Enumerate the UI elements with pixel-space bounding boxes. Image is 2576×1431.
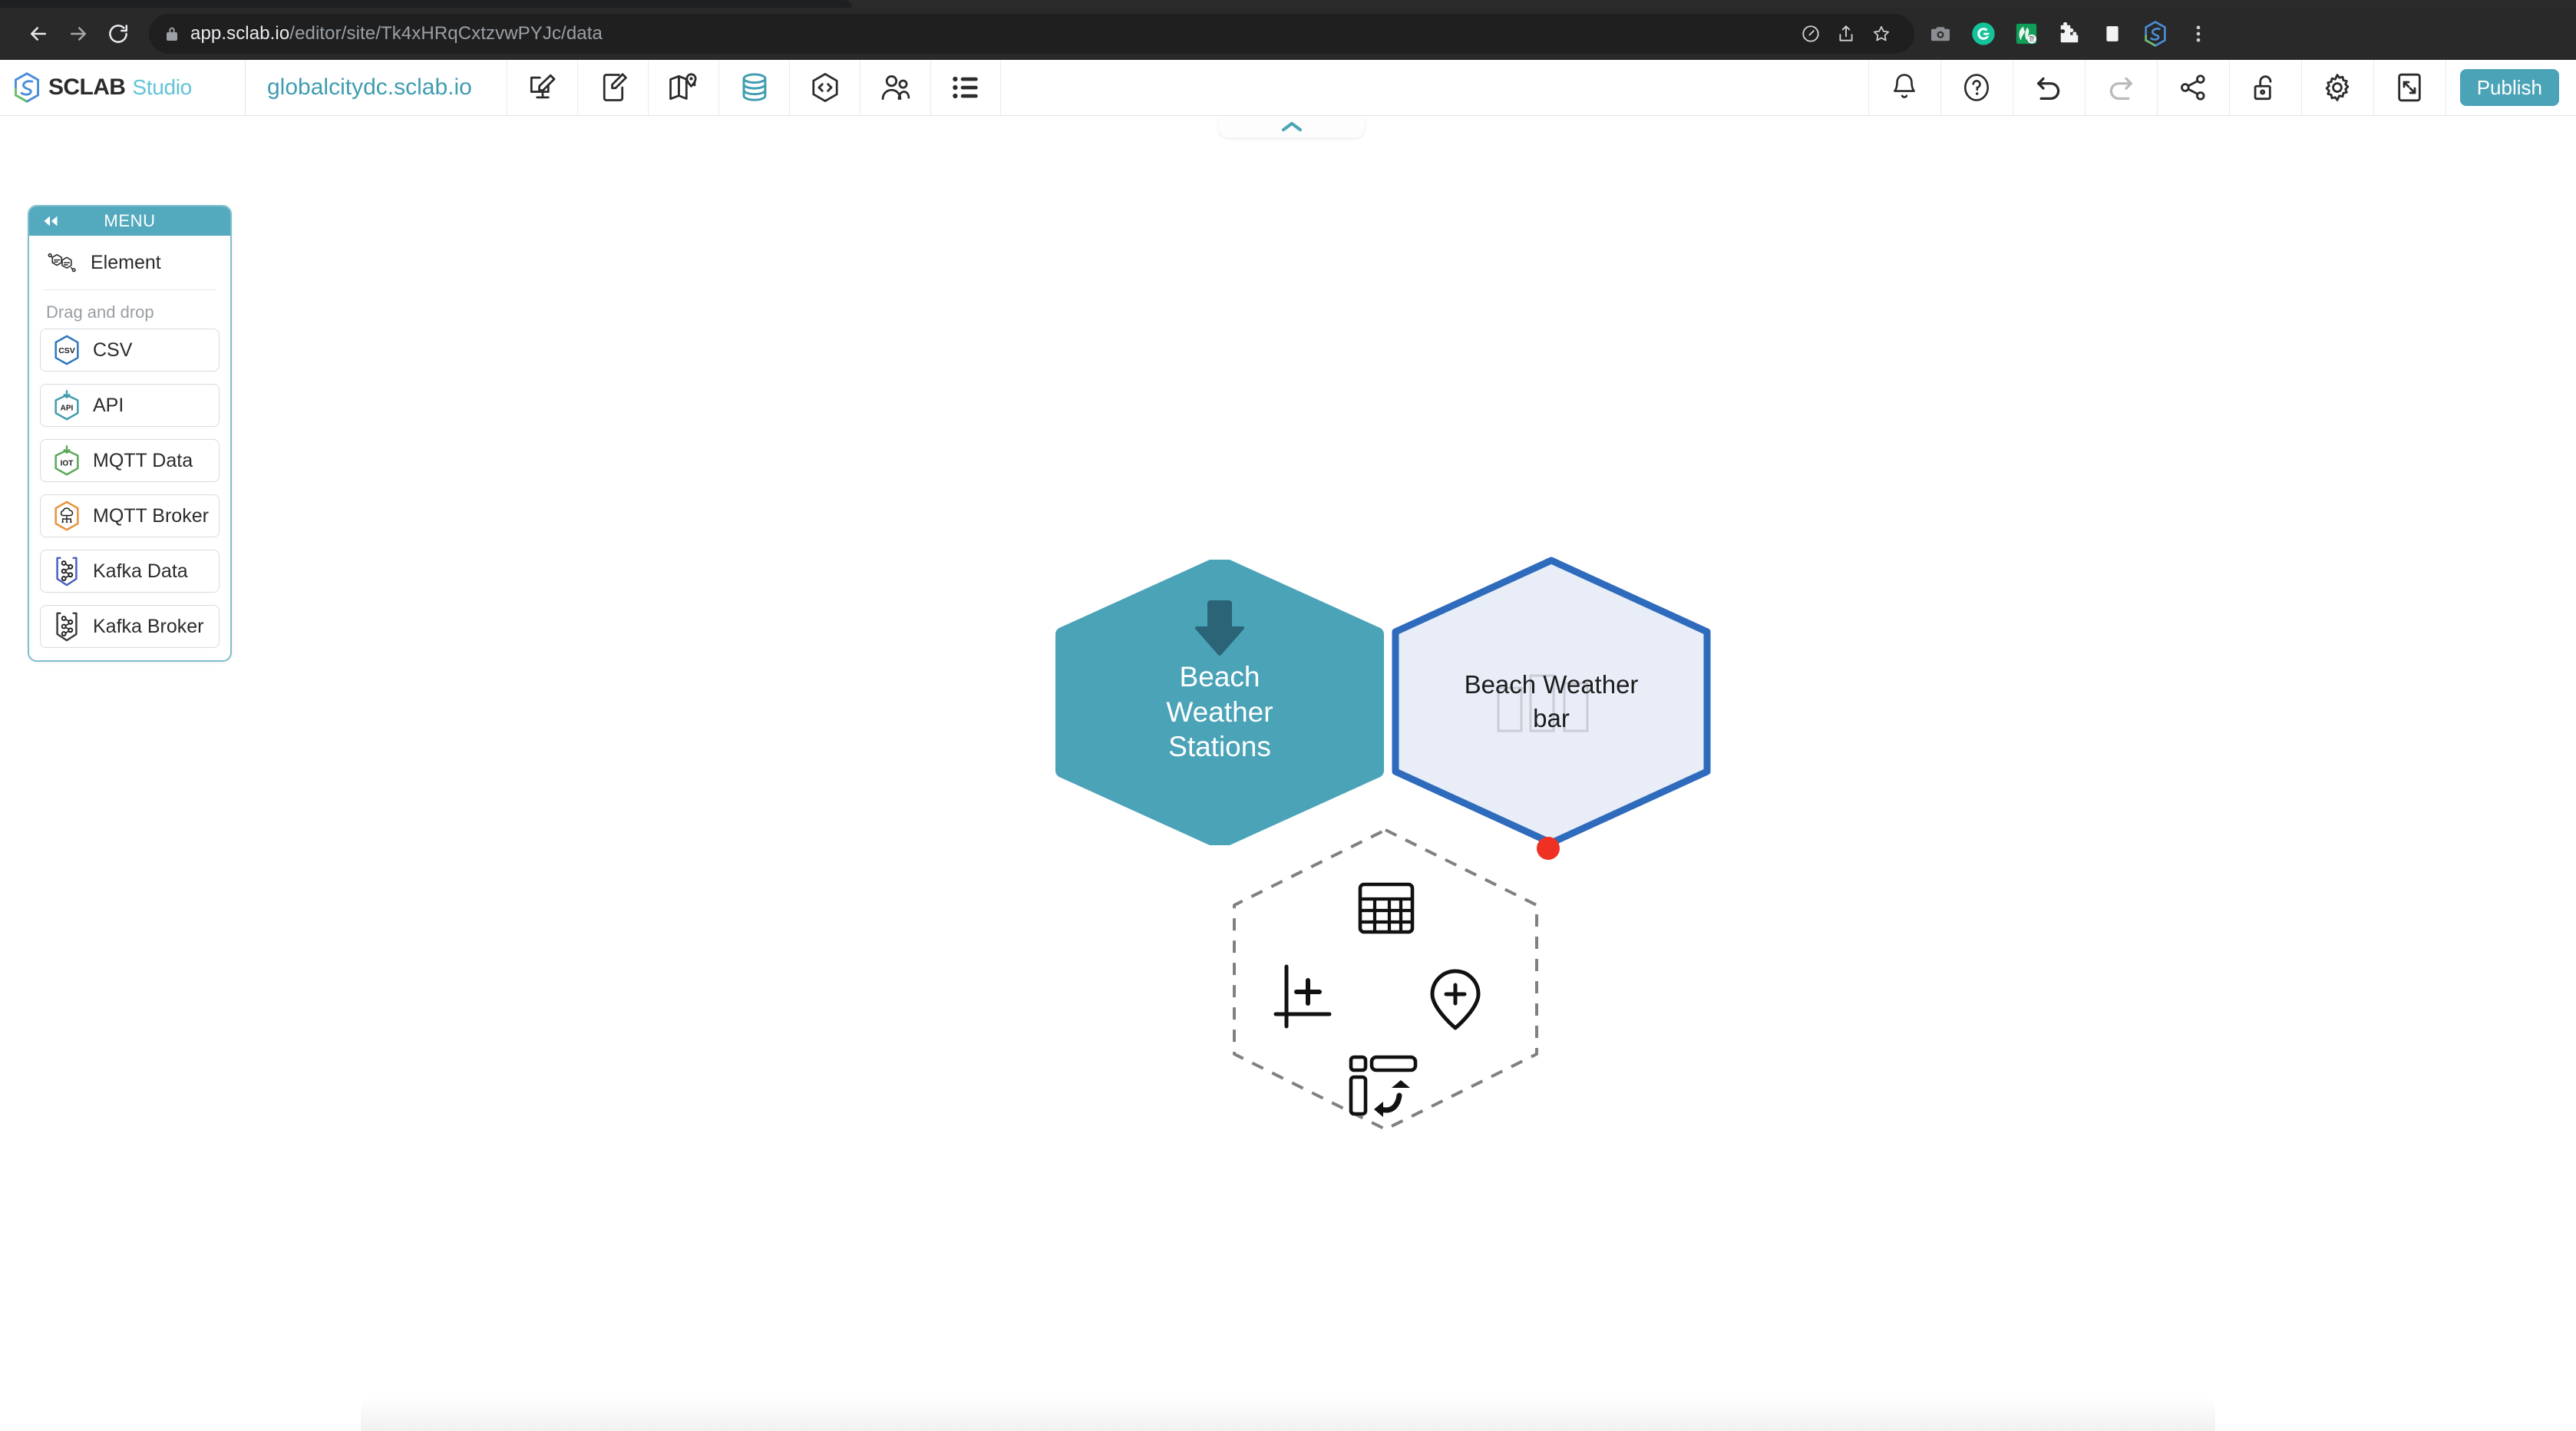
share-nodes-icon[interactable] bbox=[2156, 60, 2229, 115]
data-source-node[interactable]: Beach Weather Stations bbox=[1055, 560, 1385, 845]
publish-cell: Publish bbox=[2445, 60, 2576, 115]
help-circle-icon[interactable] bbox=[1940, 60, 2013, 115]
brand-logo[interactable]: SCLAB Studio bbox=[0, 60, 246, 115]
brand-subtitle: Studio bbox=[132, 75, 192, 99]
sidepanel-icon[interactable] bbox=[2094, 15, 2131, 52]
fullscreen-icon[interactable] bbox=[2373, 60, 2446, 115]
grammarly-icon[interactable] bbox=[1965, 15, 2002, 52]
undo-icon[interactable] bbox=[2012, 60, 2085, 115]
omnibox-actions bbox=[1793, 16, 1899, 51]
korean-translate-icon[interactable]: 한 bbox=[2008, 15, 2045, 52]
bell-icon[interactable] bbox=[1868, 60, 1940, 115]
reload-icon[interactable] bbox=[98, 14, 138, 54]
desktop-edit-icon[interactable] bbox=[507, 60, 577, 115]
browser-tabstrip bbox=[0, 0, 2576, 8]
source-label-line-3: Stations bbox=[1168, 731, 1271, 763]
chart-element-node[interactable]: Beach Weather bar bbox=[1386, 556, 1716, 860]
add-map-pin-icon[interactable] bbox=[1426, 968, 1485, 1031]
add-icons-group bbox=[1225, 825, 1546, 1134]
site-name[interactable]: globalcitydc.sclab.io bbox=[246, 60, 507, 115]
browser-extensions: 한 bbox=[1914, 15, 2217, 52]
source-label-line-2: Weather bbox=[1166, 696, 1273, 728]
header-center-toolbar bbox=[507, 60, 1001, 115]
source-node-label: Beach Weather Stations bbox=[1055, 560, 1385, 845]
database-icon[interactable] bbox=[718, 60, 789, 115]
list-icon[interactable] bbox=[930, 60, 1001, 115]
publish-button[interactable]: Publish bbox=[2459, 69, 2559, 106]
data-flow-canvas[interactable]: Beach Weather Stations Beach Weather bar bbox=[0, 116, 2576, 1431]
browser-chrome: app.sclab.io/editor/site/Tk4xHRqCxtzvwPY… bbox=[0, 0, 2576, 60]
workspace: MENU Element Drag and drop CSV CSV API A… bbox=[0, 116, 2576, 1431]
active-browser-tab[interactable] bbox=[0, 0, 852, 8]
bottom-collapsed-panel[interactable] bbox=[361, 1397, 2215, 1431]
browser-menu-icon[interactable] bbox=[2180, 15, 2217, 52]
header-right-toolbar: Publish bbox=[1868, 60, 2576, 115]
svg-text:한: 한 bbox=[2029, 35, 2034, 42]
puzzle-extensions-icon[interactable] bbox=[2051, 15, 2088, 52]
users-icon[interactable] bbox=[860, 60, 930, 115]
sclab-extension-icon[interactable] bbox=[2137, 15, 2174, 52]
code-hexagon-icon[interactable] bbox=[789, 60, 860, 115]
add-axis-chart-icon[interactable] bbox=[1273, 963, 1340, 1029]
add-flow-chart-icon[interactable] bbox=[1348, 1054, 1418, 1117]
gear-icon[interactable] bbox=[2300, 60, 2373, 115]
map-icon[interactable] bbox=[648, 60, 718, 115]
add-element-placeholder-node[interactable] bbox=[1225, 825, 1546, 1134]
forward-arrow-icon[interactable] bbox=[58, 14, 98, 54]
add-table-icon[interactable] bbox=[1357, 879, 1415, 937]
redo-icon[interactable] bbox=[2084, 60, 2157, 115]
source-label-line-1: Beach bbox=[1179, 660, 1260, 692]
brand-name: SCLAB bbox=[48, 74, 126, 100]
screenshot-camera-icon[interactable] bbox=[1922, 15, 1959, 52]
app-header: SCLAB Studio globalcitydc.sclab.io Publi… bbox=[0, 60, 2576, 116]
address-bar-url: app.sclab.io/editor/site/Tk4xHRqCxtzvwPY… bbox=[190, 23, 603, 44]
address-bar[interactable]: app.sclab.io/editor/site/Tk4xHRqCxtzvwPY… bbox=[149, 14, 1914, 54]
back-arrow-icon[interactable] bbox=[18, 14, 58, 54]
share-icon[interactable] bbox=[1828, 16, 1864, 51]
browser-nav-row: app.sclab.io/editor/site/Tk4xHRqCxtzvwPY… bbox=[0, 8, 2576, 60]
chart-label-line-1: Beach Weather bbox=[1464, 670, 1639, 699]
mobile-edit-icon[interactable] bbox=[577, 60, 648, 115]
chart-label-line-2: bar bbox=[1533, 704, 1570, 732]
bookmark-star-icon[interactable] bbox=[1864, 16, 1899, 51]
header-spacer bbox=[1001, 60, 1868, 115]
unlock-icon[interactable] bbox=[2228, 60, 2301, 115]
sclab-logo-icon bbox=[15, 72, 39, 103]
lock-icon bbox=[164, 25, 180, 43]
speedometer-icon[interactable] bbox=[1793, 16, 1828, 51]
chart-node-label: Beach Weather bar bbox=[1386, 556, 1716, 848]
